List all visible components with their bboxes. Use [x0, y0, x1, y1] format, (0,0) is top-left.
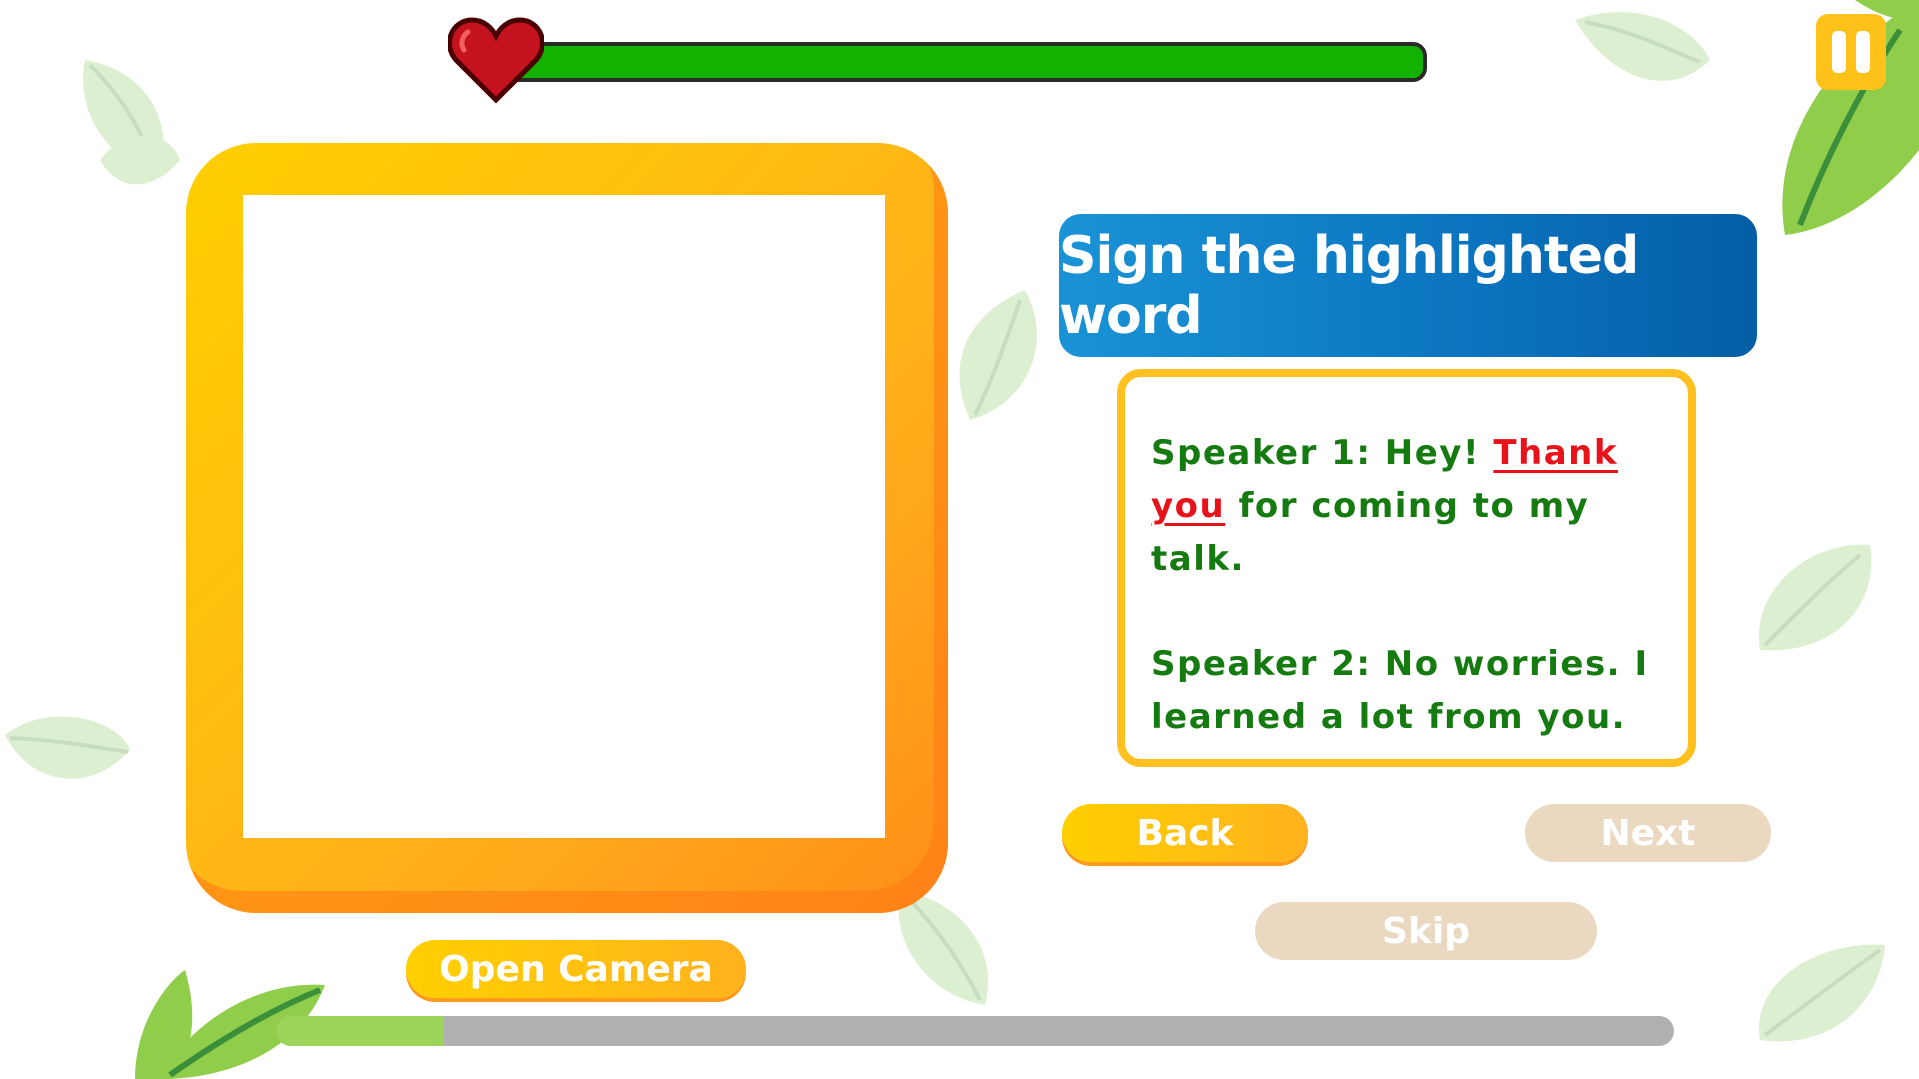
back-button[interactable]: Back [1062, 804, 1308, 862]
health-bar-fill [509, 46, 1423, 78]
leaf-decoration [1575, 12, 1710, 81]
dialogue-line-speaker-2: Speaker 2: No worries. I learned a lot f… [1151, 644, 1649, 737]
dialogue-card: Speaker 1: Hey! Thank you for coming to … [1117, 369, 1696, 767]
dialogue-line-speaker-1: Speaker 1: Hey! Thank you for coming to … [1151, 427, 1662, 586]
lesson-progress-bar [276, 1016, 1674, 1046]
leaf-decoration [959, 290, 1037, 420]
instruction-banner: Sign the highlighted word [1059, 214, 1757, 357]
open-camera-button[interactable]: Open Camera [406, 940, 746, 998]
skip-button[interactable]: Skip [1255, 902, 1597, 960]
pause-button[interactable] [1816, 14, 1886, 90]
camera-view [243, 195, 885, 838]
pause-icon [1827, 31, 1875, 73]
next-button[interactable]: Next [1525, 804, 1771, 862]
heart-icon [448, 17, 544, 104]
health-bar [505, 42, 1427, 82]
leaf-decoration [1758, 544, 1872, 651]
leaf-decoration [1759, 944, 1885, 1042]
leaf-decoration [5, 716, 130, 779]
lesson-progress-fill [276, 1016, 444, 1046]
dialogue-text: Speaker 1: Hey! [1151, 433, 1494, 473]
leaf-decoration [100, 135, 180, 185]
